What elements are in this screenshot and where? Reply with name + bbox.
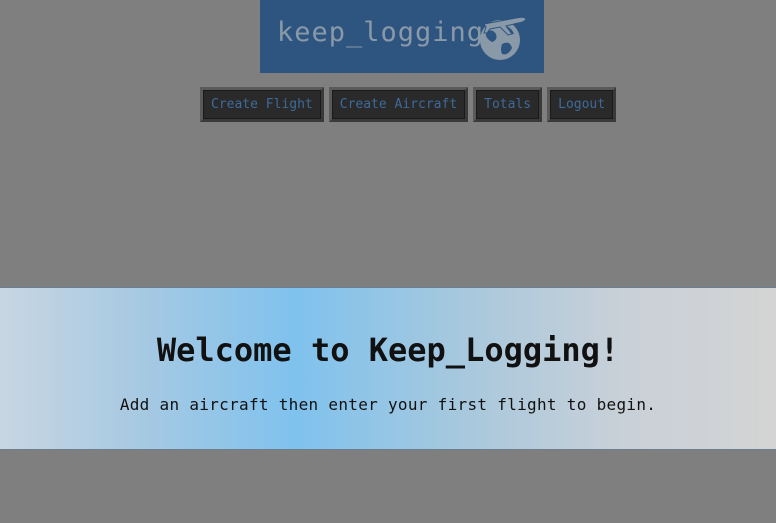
- create-flight-button[interactable]: Create Flight: [200, 87, 324, 122]
- logo-text: keep_logging: [277, 17, 485, 48]
- site-logo[interactable]: keep_logging: [260, 0, 544, 73]
- totals-button[interactable]: Totals: [473, 87, 543, 122]
- welcome-title: Welcome to Keep_Logging!: [156, 331, 620, 369]
- logout-button[interactable]: Logout: [547, 87, 617, 122]
- welcome-banner: Welcome to Keep_Logging! Add an aircraft…: [0, 287, 776, 450]
- main-nav: Create Flight Create Aircraft Totals Log…: [200, 87, 617, 122]
- globe-airplane-icon: [476, 10, 530, 64]
- create-aircraft-button[interactable]: Create Aircraft: [328, 87, 469, 122]
- welcome-subtitle: Add an aircraft then enter your first fl…: [119, 395, 657, 414]
